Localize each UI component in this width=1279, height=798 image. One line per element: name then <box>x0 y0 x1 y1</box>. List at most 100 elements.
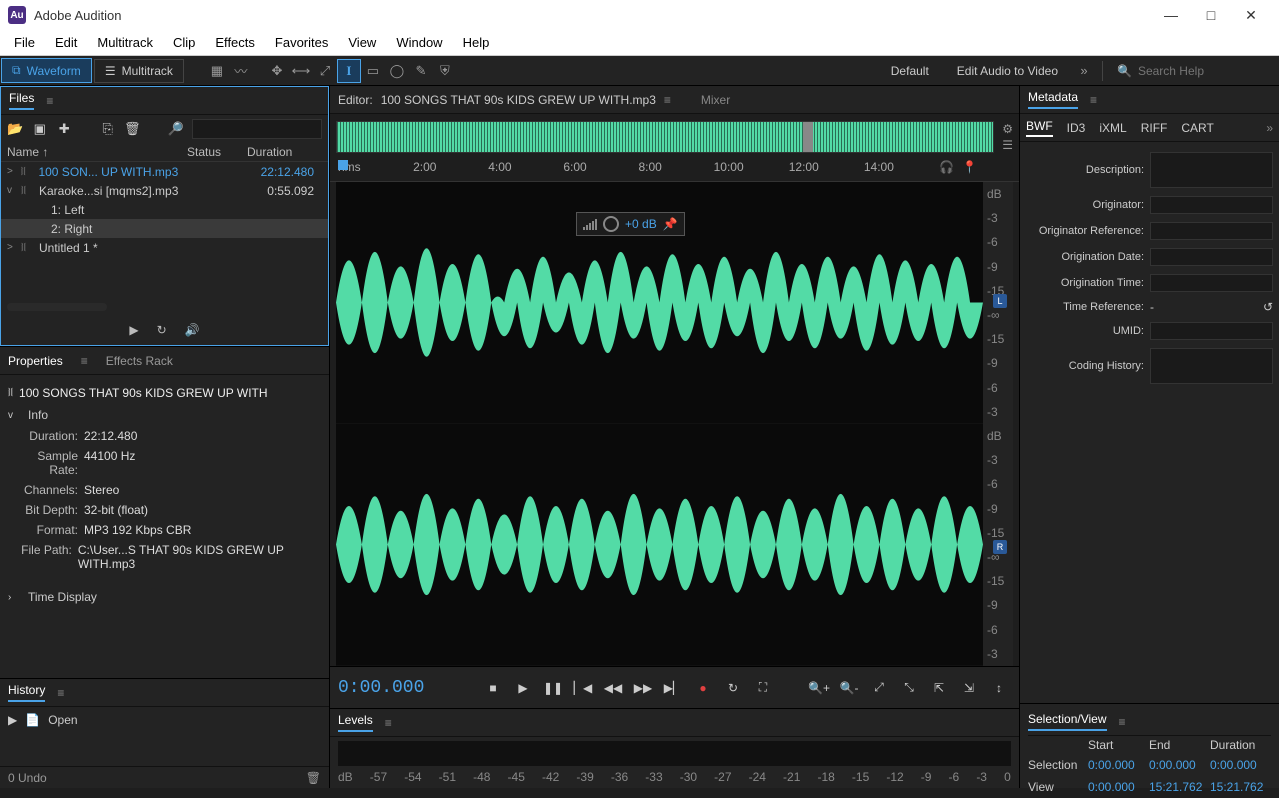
new-file-icon[interactable]: ✚ <box>56 121 73 137</box>
levels-tab[interactable]: Levels <box>338 713 373 732</box>
tab-cart[interactable]: CART <box>1181 121 1213 135</box>
left-channel-badge[interactable]: L <box>993 294 1007 308</box>
zoom-out-button[interactable]: 🔍- <box>837 676 861 700</box>
tab-id3[interactable]: ID3 <box>1067 121 1086 135</box>
view-start[interactable]: 0:00.000 <box>1088 780 1149 794</box>
zoom-reset-icon[interactable]: ⚙ <box>1002 122 1013 136</box>
meta-input-originator-ref[interactable] <box>1150 222 1273 240</box>
zoom-out-point-button[interactable]: ⇲ <box>957 676 981 700</box>
reset-icon[interactable]: ↺ <box>1263 300 1273 314</box>
zoom-selection-button[interactable]: ⤡ <box>897 676 921 700</box>
spectral-freq-button[interactable]: ▦ <box>205 59 229 83</box>
meta-input-orig-time[interactable] <box>1150 274 1273 292</box>
zoom-full-button[interactable]: ⤢ <box>867 676 891 700</box>
heal-tool[interactable]: ⛨ <box>433 59 457 83</box>
panel-menu-icon[interactable]: ≡ <box>81 354 88 368</box>
section-time-display[interactable]: › Time Display <box>8 586 321 608</box>
zoom-in-button[interactable]: 🔍+ <box>807 676 831 700</box>
overview-viewport-handle[interactable] <box>803 122 813 152</box>
loop-button[interactable]: ↻ <box>721 676 745 700</box>
panel-menu-icon[interactable]: ≡ <box>1119 715 1126 729</box>
panel-menu-icon[interactable]: ≡ <box>385 716 392 730</box>
selection-view-tab[interactable]: Selection/View <box>1028 712 1107 731</box>
time-ruler[interactable]: hms 2:00 4:00 6:00 8:00 10:00 12:00 14:0… <box>330 160 1019 182</box>
waveform-view-button[interactable]: ⧉ Waveform <box>1 58 92 83</box>
menu-edit[interactable]: Edit <box>45 31 87 54</box>
panel-menu-icon[interactable]: ≡ <box>664 93 671 107</box>
history-tab[interactable]: History <box>8 683 45 702</box>
stop-button[interactable]: ■ <box>481 676 505 700</box>
waveform-display[interactable]: +0 dB 📌 <box>336 182 983 666</box>
menu-multitrack[interactable]: Multitrack <box>87 31 163 54</box>
collapse-icon[interactable]: v <box>7 185 21 196</box>
editor-tab-filename[interactable]: 100 SONGS THAT 90s KIDS GREW UP WITH.mp3 <box>381 93 656 107</box>
view-duration[interactable]: 15:21.762 <box>1210 780 1271 794</box>
file-row[interactable]: v ⧘⧙ Karaoke...si [mqms2].mp3 0:55.092 <box>1 181 328 200</box>
levels-meter[interactable] <box>338 741 1011 766</box>
preview-autoplay-icon[interactable]: 🔊 <box>185 323 200 337</box>
brush-tool[interactable]: ✎ <box>409 59 433 83</box>
meta-input-umid[interactable] <box>1150 322 1273 340</box>
col-name[interactable]: Name ↑ <box>7 145 187 159</box>
col-status[interactable]: Status <box>187 145 247 159</box>
spectral-pitch-button[interactable]: 〰 <box>229 59 253 83</box>
menu-file[interactable]: File <box>4 31 45 54</box>
file-row[interactable]: > ⧘⧙ Untitled 1 * <box>1 238 328 257</box>
search-input[interactable] <box>1138 64 1258 78</box>
meta-input-orig-date[interactable] <box>1150 248 1273 266</box>
tab-effects-rack[interactable]: Effects Rack <box>106 354 173 368</box>
mixer-tab[interactable]: Mixer <box>701 93 730 107</box>
time-selection-tool[interactable]: I <box>337 59 361 83</box>
meta-input-description[interactable] <box>1150 152 1273 188</box>
skip-back-button[interactable]: ▏◀ <box>571 676 595 700</box>
tab-ixml[interactable]: iXML <box>1099 121 1126 135</box>
menu-favorites[interactable]: Favorites <box>265 31 338 54</box>
tab-properties[interactable]: Properties <box>8 354 63 368</box>
pause-button[interactable]: ❚❚ <box>541 676 565 700</box>
files-hscroll[interactable] <box>7 303 107 311</box>
expand-icon[interactable]: > <box>7 242 21 253</box>
file-row[interactable]: > ⧘⧙ 100 SON... UP WITH.mp3 22:12.480 <box>1 162 328 181</box>
overview-waveform[interactable] <box>336 121 994 153</box>
multitrack-view-button[interactable]: ☰ Multitrack <box>94 59 184 83</box>
record-button[interactable]: ● <box>691 676 715 700</box>
delete-icon[interactable]: 🗑 <box>124 121 141 137</box>
marquee-tool[interactable]: ▭ <box>361 59 385 83</box>
menu-clip[interactable]: Clip <box>163 31 205 54</box>
waveform-right-channel[interactable] <box>336 424 983 666</box>
menu-window[interactable]: Window <box>386 31 452 54</box>
preview-play-icon[interactable]: ▶ <box>129 323 138 337</box>
gain-hud[interactable]: +0 dB 📌 <box>576 212 685 236</box>
panel-menu-icon[interactable]: ≡ <box>1090 93 1097 107</box>
skip-fwd-button[interactable]: ▶▏ <box>661 676 685 700</box>
razor-tool[interactable]: ⟷ <box>289 59 313 83</box>
view-end[interactable]: 15:21.762 <box>1149 780 1210 794</box>
files-panel-menu-icon[interactable]: ≡ <box>46 94 53 108</box>
sel-end[interactable]: 0:00.000 <box>1149 758 1210 772</box>
close-button[interactable]: ✕ <box>1231 0 1271 30</box>
files-filter-input[interactable] <box>192 119 322 139</box>
sel-duration[interactable]: 0:00.000 <box>1210 758 1271 772</box>
maximize-button[interactable]: □ <box>1191 0 1231 30</box>
pin-icon[interactable]: 📌 <box>663 217 678 231</box>
meta-input-coding[interactable] <box>1150 348 1273 384</box>
trash-icon[interactable]: 🗑 <box>306 771 321 785</box>
zoom-amp-button[interactable]: ↕ <box>987 676 1011 700</box>
tab-bwf[interactable]: BWF <box>1026 119 1053 137</box>
menu-effects[interactable]: Effects <box>205 31 265 54</box>
pin-icon[interactable]: 📍 <box>962 160 977 181</box>
headphone-icon[interactable]: 🎧 <box>939 160 954 181</box>
preview-loop-icon[interactable]: ↻ <box>157 323 167 337</box>
play-button[interactable]: ▶ <box>511 676 535 700</box>
timecode-display[interactable]: 0:00.000 <box>338 678 458 698</box>
ffwd-button[interactable]: ▶▶ <box>631 676 655 700</box>
workspace-editav[interactable]: Edit Audio to Video <box>943 60 1072 82</box>
lasso-tool[interactable]: ◯ <box>385 59 409 83</box>
menu-help[interactable]: Help <box>453 31 500 54</box>
file-channel-row[interactable]: 2: Right <box>1 219 328 238</box>
rewind-button[interactable]: ◀◀ <box>601 676 625 700</box>
metadata-tab[interactable]: Metadata <box>1028 90 1078 109</box>
col-duration[interactable]: Duration <box>247 145 322 159</box>
move-tool[interactable]: ✥ <box>265 59 289 83</box>
expand-icon[interactable]: > <box>7 166 21 177</box>
